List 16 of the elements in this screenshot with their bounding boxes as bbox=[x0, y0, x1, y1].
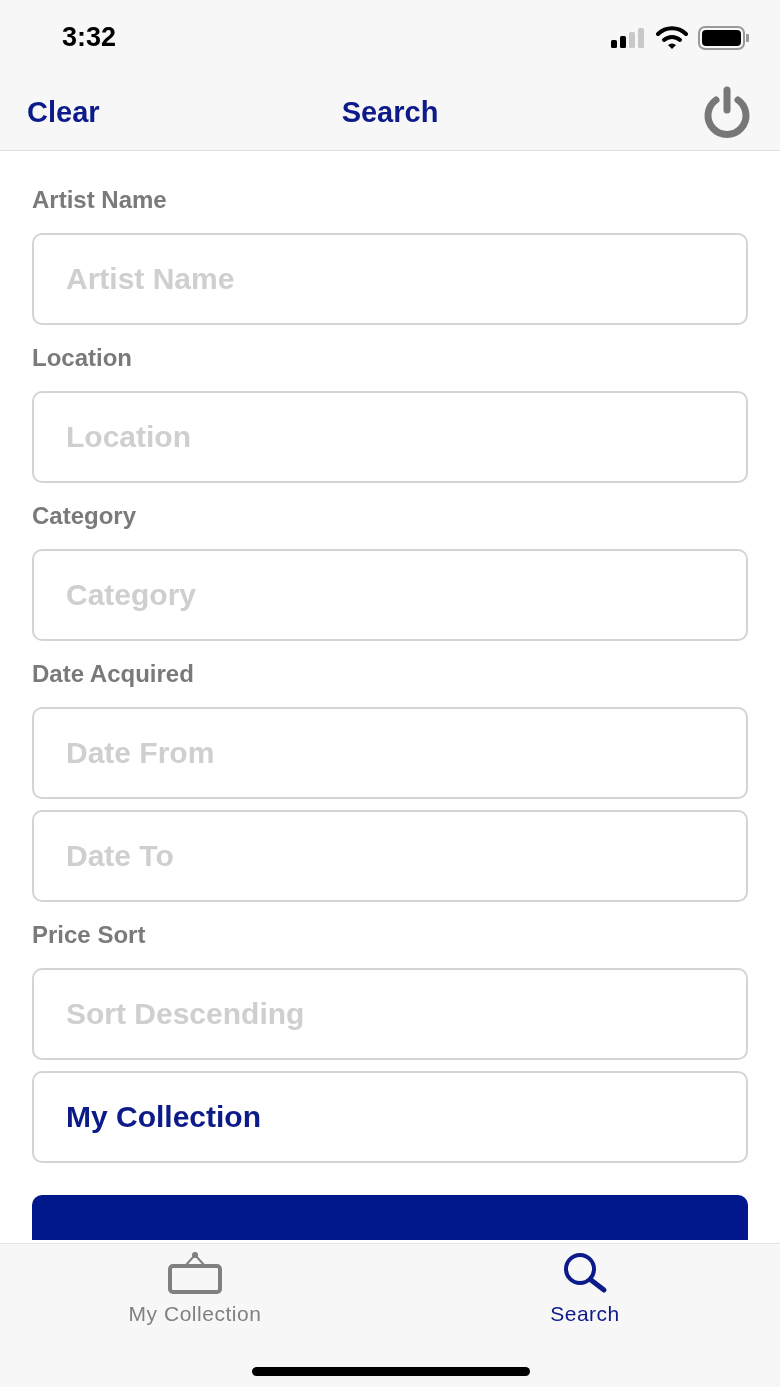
field-label: Location bbox=[32, 343, 132, 373]
select-field[interactable]: My Collection bbox=[32, 1071, 748, 1163]
tab-bar-item[interactable]: My Collection bbox=[0, 1244, 390, 1344]
signal-icon bbox=[610, 27, 646, 48]
search-icon bbox=[562, 1252, 608, 1294]
wifi-icon bbox=[656, 25, 688, 50]
tab-bar-item[interactable]: Search bbox=[390, 1244, 780, 1344]
field-label: Artist Name bbox=[32, 185, 167, 215]
field-label: Price Sort bbox=[32, 920, 146, 950]
field-label: Date Acquired bbox=[32, 659, 194, 689]
field-label: Category bbox=[32, 501, 137, 531]
clear-button[interactable]: Clear bbox=[27, 90, 100, 135]
status-time: 3:32 bbox=[62, 21, 117, 55]
battery-icon bbox=[698, 25, 750, 50]
nav-title: Search bbox=[341, 94, 439, 130]
hanging-frame-icon bbox=[168, 1252, 222, 1294]
